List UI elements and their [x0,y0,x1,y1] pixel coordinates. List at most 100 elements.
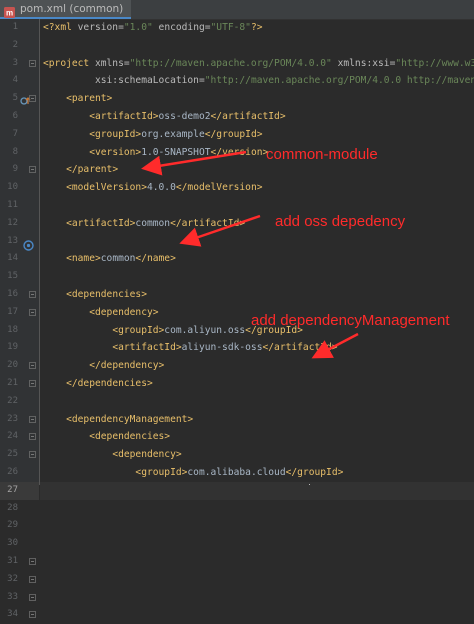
line-number: 32 [2,571,18,589]
code-token: </groupId> [205,129,263,140]
code-line[interactable]: <artifactId>oss-demo2</artifactId> [43,108,286,126]
code-token: "http://maven.apache.org/POM/4.0.0 http:… [205,75,474,86]
code-token: common [135,218,170,229]
line-number: 1 [2,19,18,37]
code-line[interactable]: <dependencies> [43,428,170,446]
fold-marker-icon[interactable] [29,60,36,67]
code-token [43,431,89,442]
line-number: 13 [2,233,18,251]
svg-text:m: m [6,9,13,18]
code-line[interactable]: xsi:schemaLocation="http://maven.apache.… [43,72,474,90]
code-token: </groupId> [286,467,344,478]
line-number: 23 [2,411,18,429]
code-line[interactable]: <?xml version="1.0" encoding="UTF-8"?> [43,19,263,37]
maven-m-icon: m [4,3,15,14]
code-token: </artifactId> [170,218,245,229]
code-token: encoding= [153,22,211,33]
code-token [43,414,66,425]
code-line[interactable]: <artifactId>aliyun-sdk-oss</artifactId> [43,339,338,357]
code-token: 1.0-SNAPSHOT [141,147,210,158]
annotation-add-dependency-management: add dependencyManagement [251,312,450,329]
fold-marker-icon[interactable] [29,451,36,458]
code-line[interactable]: <dependencies> [43,286,147,304]
line-number: 4 [2,72,18,90]
line-number: 6 [2,108,18,126]
code-token [43,360,89,371]
line-number: 29 [2,517,18,535]
line-number: 19 [2,339,18,357]
code-token: <groupId> [135,467,187,478]
code-token [43,289,66,300]
line-number: 3 [2,55,18,73]
line-number: 33 [2,589,18,607]
line-number: 15 [2,268,18,286]
code-token: <artifactId> [89,111,158,122]
code-token [43,467,135,478]
code-token [43,449,112,460]
code-line[interactable]: <artifactId>common</artifactId> [43,215,245,233]
code-token: com.alibaba.cloud [187,467,285,478]
code-token: </artifactId> [211,111,286,122]
code-line[interactable]: <name>common</name> [43,250,176,268]
fold-marker-icon[interactable] [29,611,36,618]
code-token [43,129,89,140]
code-token: <dependencyManagement> [66,414,193,425]
fold-marker-icon[interactable] [29,416,36,423]
fold-marker-icon[interactable] [29,362,36,369]
line-number: 22 [2,393,18,411]
code-line[interactable]: </dependencies> [43,375,153,393]
code-line[interactable]: </parent> [43,161,118,179]
code-token: <version> [89,147,141,158]
code-token: </modelVersion> [176,182,263,193]
fold-marker-icon[interactable] [29,433,36,440]
fold-marker-icon[interactable] [29,576,36,583]
code-token: </version> [211,147,269,158]
fold-marker-icon[interactable] [29,558,36,565]
line-number: 2 [2,37,18,55]
code-token: </artifactId> [263,342,338,353]
line-number: 17 [2,304,18,322]
code-token: </name> [135,253,175,264]
code-line[interactable]: <dependencyManagement> [43,411,193,429]
code-line[interactable]: </dependency> [43,357,164,375]
fold-marker-icon[interactable] [29,309,36,316]
editor-tab-bar: m pom.xml (common) [0,0,474,20]
code-token: </dependency> [89,360,164,371]
fold-marker-icon[interactable] [29,594,36,601]
code-token: "http://maven.apache.org/POM/4.0.0" [130,58,332,69]
line-number: 21 [2,375,18,393]
line-number: 14 [2,250,18,268]
code-token: <dependency> [112,449,181,460]
code-token: <?xml [43,22,78,33]
code-line[interactable]: <dependency> [43,304,159,322]
fold-marker-icon[interactable] [29,166,36,173]
line-number: 8 [2,144,18,162]
code-line[interactable]: <dependency> [43,446,182,464]
code-token: "UTF-8" [211,22,251,33]
fold-marker-icon[interactable] [29,95,36,102]
code-token [43,182,66,193]
fold-marker-icon[interactable] [29,291,36,298]
line-number: 11 [2,197,18,215]
code-line[interactable]: <groupId>com.alibaba.cloud</groupId> [43,464,343,482]
code-token: "http://www.w3.org/2001 [395,58,474,69]
line-number: 28 [2,500,18,518]
code-token: ?> [251,22,263,33]
line-number: 25 [2,446,18,464]
code-editor[interactable]: <?xml version="1.0" encoding="UTF-8"?> <p… [40,19,474,485]
code-line[interactable]: <parent> [43,90,112,108]
tab-pom-xml[interactable]: m pom.xml (common) [0,0,131,19]
library-dependency-icon[interactable] [23,236,34,255]
code-token [43,342,112,353]
code-line[interactable]: <groupId>org.example</groupId> [43,126,263,144]
annotation-common-module: common-module [266,146,378,163]
fold-marker-icon[interactable] [29,380,36,387]
code-line[interactable]: <version>1.0-SNAPSHOT</version> [43,144,268,162]
line-number: 20 [2,357,18,375]
code-token [43,93,66,104]
code-line[interactable]: <modelVersion>4.0.0</modelVersion> [43,179,263,197]
line-number: 27 [2,482,18,500]
code-token: common [101,253,136,264]
code-line[interactable]: <project xmlns="http://maven.apache.org/… [43,55,474,73]
code-token: version= [78,22,124,33]
